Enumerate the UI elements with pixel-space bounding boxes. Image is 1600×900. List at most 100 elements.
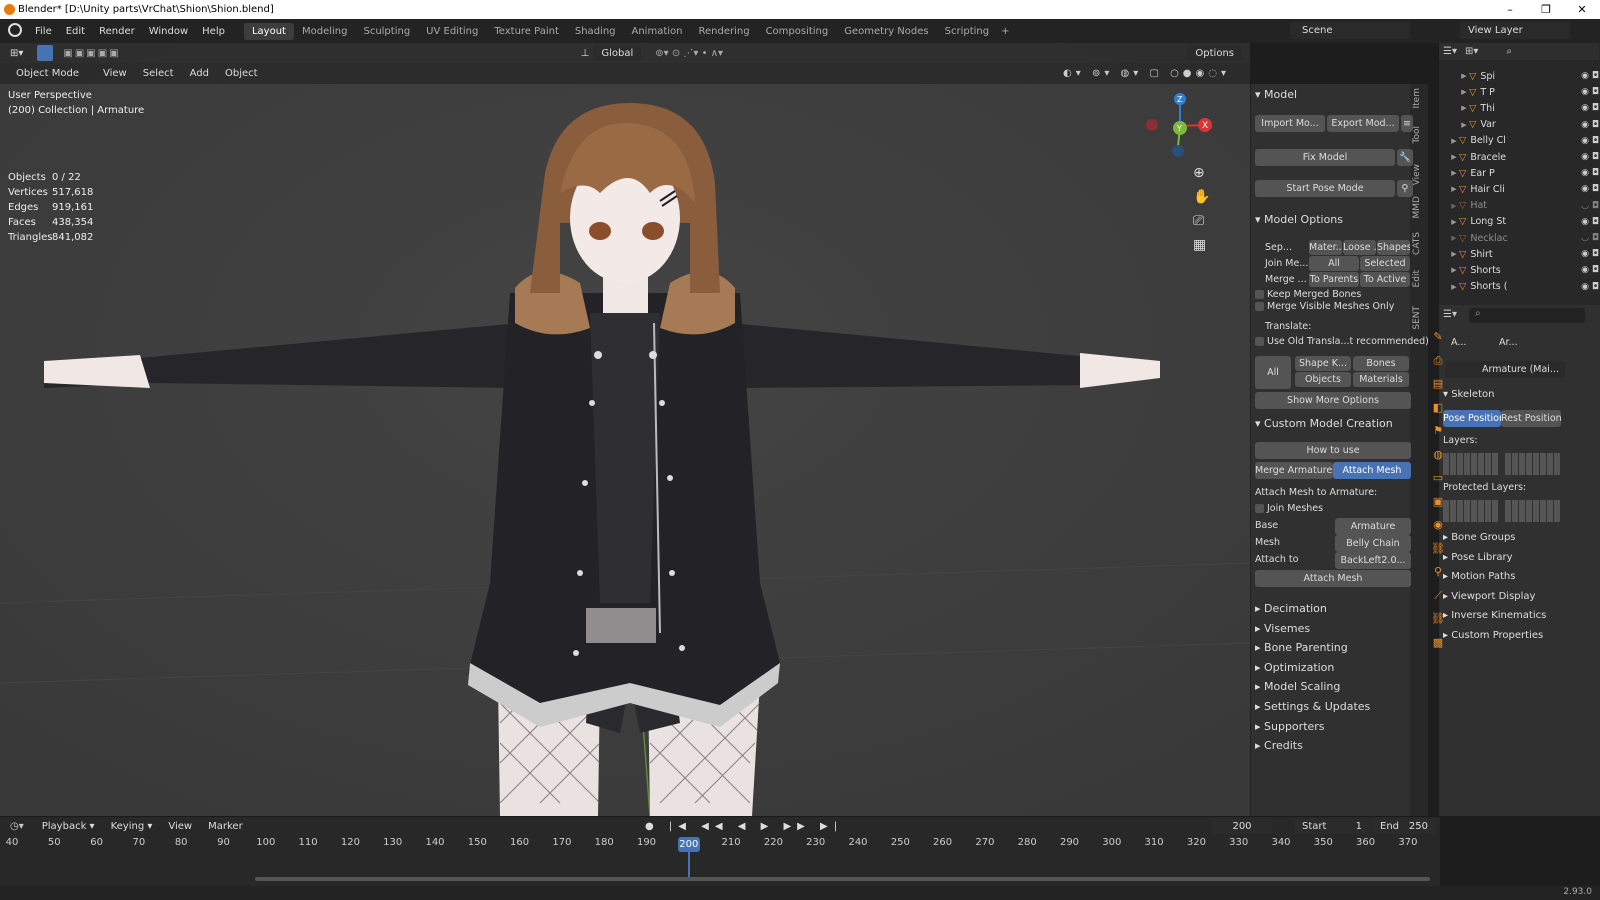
- timeline-menu-marker[interactable]: Marker: [200, 821, 251, 832]
- merge-option-0[interactable]: To Parents: [1309, 272, 1359, 287]
- attach-to-dropdown[interactable]: BackLeft2.0...: [1335, 552, 1411, 569]
- panel-inverse-kinematics[interactable]: ▸ Inverse Kinematics: [1443, 610, 1546, 621]
- mesh-dropdown[interactable]: Belly Chain: [1335, 535, 1411, 552]
- workspace-tab-texture-paint[interactable]: Texture Paint: [486, 23, 567, 40]
- selection-mode-icons[interactable]: ▣▣▣▣▣: [63, 48, 120, 59]
- outliner-row[interactable]: ▶ ▽ Ear P ◉ ◘: [1439, 165, 1599, 181]
- menu-file[interactable]: File: [28, 26, 59, 37]
- panel-model-scaling[interactable]: ▸ Model Scaling: [1255, 680, 1340, 693]
- playback-controls[interactable]: ● |◀ ◀◀ ◀ ▶ ▶▶ ▶|: [645, 821, 843, 832]
- translate-option-bones[interactable]: Bones: [1353, 356, 1409, 371]
- menu-window[interactable]: Window: [142, 26, 195, 37]
- outliner-search-icon[interactable]: ⌕: [1506, 46, 1512, 57]
- translate-all-button[interactable]: All: [1255, 356, 1291, 389]
- viewport-menu-object[interactable]: Object: [217, 68, 266, 79]
- fix-model-button[interactable]: Fix Model: [1255, 149, 1395, 166]
- protected-layers-grid[interactable]: [1443, 500, 1499, 522]
- workspace-tab-scripting[interactable]: Scripting: [937, 23, 997, 40]
- expand-arrow-icon[interactable]: ▶: [1459, 72, 1469, 80]
- collection-icon[interactable]: ▭: [1430, 471, 1446, 487]
- expand-arrow-icon[interactable]: ▶: [1449, 218, 1459, 226]
- panel-custom-properties[interactable]: ▸ Custom Properties: [1443, 630, 1543, 641]
- use-old-translate-checkbox[interactable]: [1255, 337, 1264, 346]
- how-to-use-button[interactable]: How to use: [1255, 442, 1411, 459]
- eye-icon[interactable]: ◉ ◘: [1571, 282, 1599, 292]
- merge-visible-checkbox[interactable]: [1255, 302, 1264, 311]
- texture-icon[interactable]: ▩: [1430, 636, 1446, 652]
- layers-grid-2[interactable]: [1505, 453, 1561, 475]
- eye-icon[interactable]: ◉ ◘: [1571, 168, 1599, 178]
- outliner-row[interactable]: ▶ ▽ T P ◉ ◘: [1439, 84, 1599, 100]
- object-icon[interactable]: ▣: [1430, 495, 1446, 511]
- translate-option-objects[interactable]: Objects: [1295, 372, 1351, 387]
- shading-mode-icons[interactable]: ◐▾ ⊚▾ ◍▾ ▢ ○●◉◌▾: [1063, 68, 1230, 79]
- expand-arrow-icon[interactable]: ▶: [1449, 153, 1459, 161]
- model-section-header[interactable]: ▾ Model: [1255, 88, 1405, 101]
- menu-render[interactable]: Render: [92, 26, 142, 37]
- model-menu-icon[interactable]: ≡: [1401, 115, 1413, 132]
- navigation-gizmo[interactable]: X Z Y: [1140, 91, 1220, 161]
- custom-model-header[interactable]: ▾ Custom Model Creation: [1255, 417, 1405, 430]
- start-pose-mode-button[interactable]: Start Pose Mode: [1255, 180, 1395, 197]
- viewport-menu-add[interactable]: Add: [182, 68, 217, 79]
- editor-type-icon[interactable]: ⊞▾: [10, 48, 23, 59]
- scene-selector[interactable]: Scene: [1290, 22, 1410, 39]
- sidebar-tab-mmd[interactable]: MMD: [1412, 196, 1422, 218]
- eye-icon[interactable]: ◉ ◘: [1571, 184, 1599, 194]
- end-frame-field[interactable]: End 250: [1372, 819, 1436, 834]
- panel-decimation[interactable]: ▸ Decimation: [1255, 602, 1327, 615]
- current-frame-field[interactable]: 200: [1212, 819, 1272, 834]
- zoom-icon[interactable]: ⊕: [1193, 161, 1210, 185]
- panel-motion-paths[interactable]: ▸ Motion Paths: [1443, 571, 1515, 582]
- panel-settings-updates[interactable]: ▸ Settings & Updates: [1255, 700, 1370, 713]
- protected-layers-grid-2[interactable]: [1505, 500, 1561, 522]
- outliner-row[interactable]: ▶ ▽ Hat ◡ ◘: [1439, 198, 1599, 214]
- expand-arrow-icon[interactable]: ▶: [1459, 104, 1469, 112]
- join-option-1[interactable]: Selected: [1360, 256, 1410, 271]
- eye-icon[interactable]: ◉ ◘: [1571, 87, 1599, 97]
- outliner-row[interactable]: ▶ ▽ Hair Cli ◉ ◘: [1439, 181, 1599, 197]
- properties-search-input[interactable]: ⌕: [1469, 308, 1585, 323]
- outliner-row[interactable]: ▶ ▽ Long St ◉ ◘: [1439, 214, 1599, 230]
- outliner-row[interactable]: ▶ ▽ Spi ◉ ◘: [1439, 68, 1599, 84]
- minimize-icon[interactable]: –: [1492, 3, 1528, 16]
- expand-arrow-icon[interactable]: ▶: [1449, 137, 1459, 145]
- panel-supporters[interactable]: ▸ Supporters: [1255, 720, 1325, 733]
- outliner-row[interactable]: ▶ ▽ Bracele ◉ ◘: [1439, 149, 1599, 165]
- workspace-tab-sculpting[interactable]: Sculpting: [355, 23, 418, 40]
- attach-mesh-tab[interactable]: Attach Mesh: [1333, 462, 1411, 479]
- grid-ortho-icon[interactable]: ▦: [1193, 233, 1210, 257]
- eye-icon[interactable]: ◉ ◘: [1571, 136, 1599, 146]
- properties-editor-icon[interactable]: ☰▾: [1443, 309, 1457, 320]
- expand-arrow-icon[interactable]: ▶: [1449, 185, 1459, 193]
- world-icon[interactable]: ◍: [1430, 448, 1446, 464]
- export-model-button[interactable]: Export Mod...: [1327, 115, 1399, 132]
- bone-icon[interactable]: ⟋: [1430, 589, 1446, 605]
- output-icon[interactable]: ▤: [1430, 377, 1446, 393]
- expand-arrow-icon[interactable]: ▶: [1459, 88, 1469, 96]
- tool-icon[interactable]: ✎: [1430, 330, 1446, 346]
- translate-option-materials[interactable]: Materials: [1353, 372, 1409, 387]
- panel-viewport-display[interactable]: ▸ Viewport Display: [1443, 591, 1535, 602]
- sidebar-tab-sent[interactable]: SENT: [1412, 306, 1422, 330]
- rest-position-button[interactable]: Rest Position: [1501, 410, 1561, 427]
- workspace-tab-shading[interactable]: Shading: [567, 23, 624, 40]
- timeline-editor-icon[interactable]: ◷▾: [10, 821, 24, 832]
- pose-position-button[interactable]: Pose Position: [1443, 410, 1501, 427]
- add-workspace-icon[interactable]: +: [1001, 26, 1009, 37]
- merge-option-1[interactable]: To Active: [1360, 272, 1410, 287]
- physics-icon[interactable]: ◉: [1430, 518, 1446, 534]
- keep-merged-checkbox[interactable]: [1255, 290, 1264, 299]
- separate-option-1[interactable]: Loose ...: [1343, 240, 1376, 255]
- expand-arrow-icon[interactable]: ▶: [1449, 169, 1459, 177]
- separate-option-2[interactable]: Shapes: [1377, 240, 1410, 255]
- constraints-icon[interactable]: ⛓: [1430, 542, 1446, 558]
- sidebar-tab-edit[interactable]: Edit: [1412, 270, 1422, 287]
- close-icon[interactable]: ✕: [1564, 3, 1600, 16]
- timeline-scrollbar[interactable]: [255, 877, 1430, 881]
- view-layer-selector[interactable]: View Layer: [1460, 22, 1570, 39]
- current-frame-marker[interactable]: 200: [677, 837, 700, 852]
- outliner-filter-icon[interactable]: ⊞▾: [1465, 46, 1478, 57]
- outliner-row[interactable]: ▶ ▽ Shirt ◉ ◘: [1439, 246, 1599, 262]
- timeline-menu-view[interactable]: View: [160, 821, 200, 832]
